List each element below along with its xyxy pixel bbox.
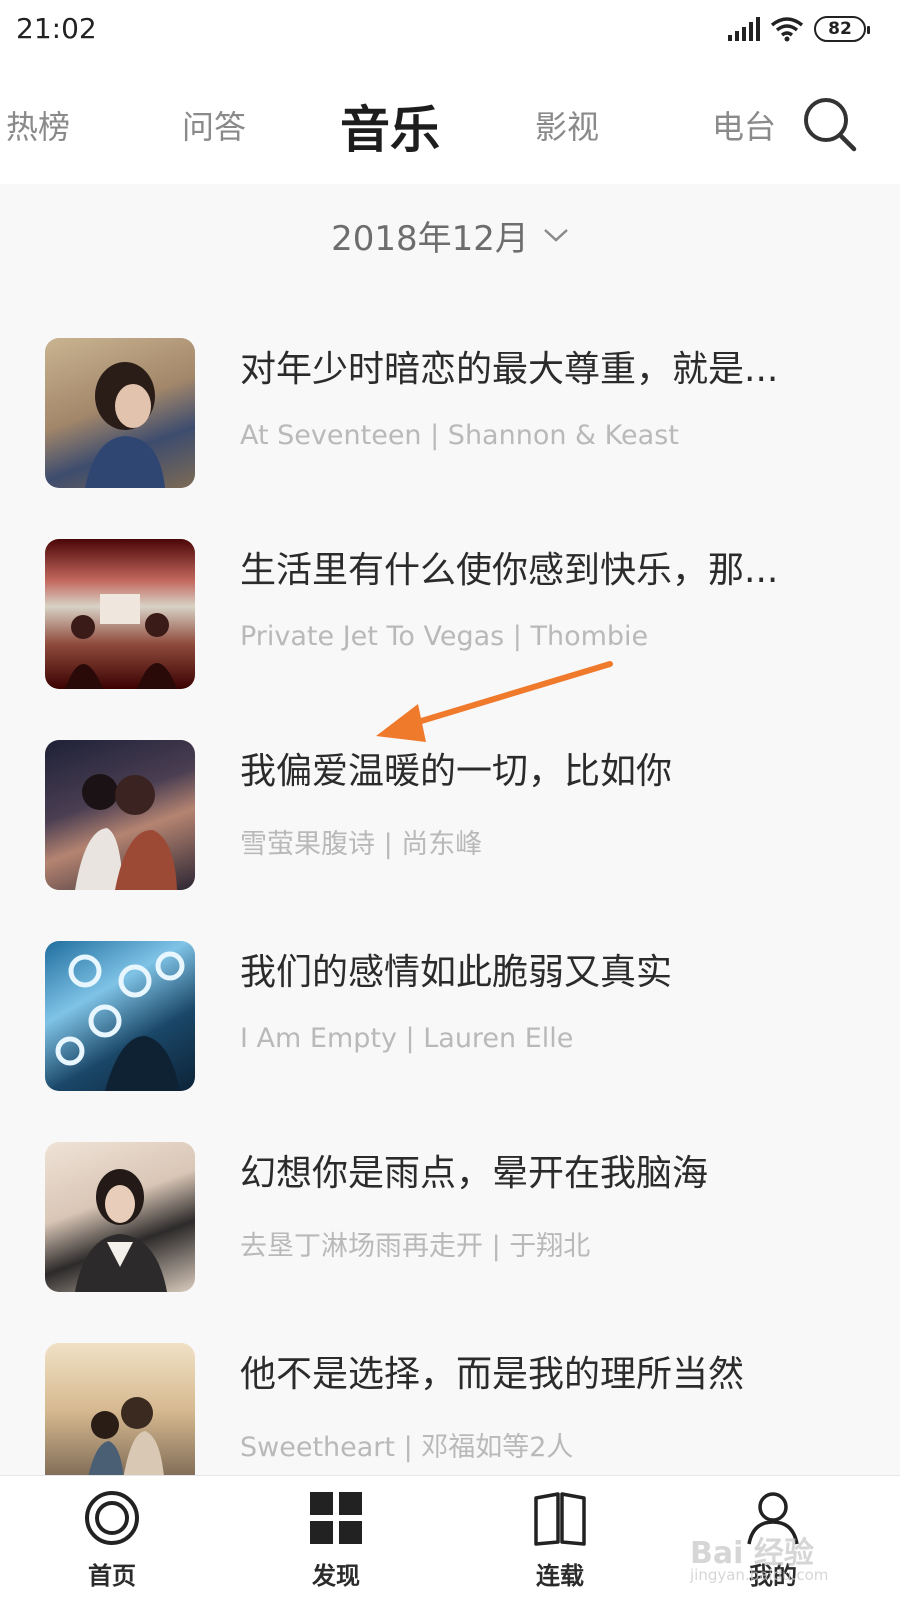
song-subtitle: 去垦丁淋场雨再走开 | 于翔北 bbox=[240, 1231, 591, 1262]
album-cover bbox=[45, 941, 195, 1091]
song-item[interactable]: 他不是选择，而是我的理所当然 Sweetheart | 邓福如等2人 bbox=[0, 1335, 900, 1475]
album-cover bbox=[45, 1343, 195, 1475]
nav-home-label: 首页 bbox=[88, 1562, 136, 1590]
battery-indicator: 82 bbox=[814, 16, 870, 42]
song-title: 幻想你是雨点，晕开在我脑海 bbox=[240, 1153, 709, 1194]
song-subtitle: Private Jet To Vegas | Thombie bbox=[240, 621, 649, 652]
tab-hot-list[interactable]: 热榜 bbox=[6, 102, 70, 148]
tab-qa[interactable]: 问答 bbox=[182, 102, 246, 148]
song-item[interactable]: 我们的感情如此脆弱又真实 I Am Empty | Lauren Elle bbox=[0, 933, 900, 1138]
song-subtitle: 雪萤果腹诗 | 尚东峰 bbox=[240, 829, 483, 860]
album-cover bbox=[45, 740, 195, 890]
song-item[interactable]: 我偏爱温暖的一切，比如你 雪萤果腹诗 | 尚东峰 bbox=[0, 732, 900, 937]
home-icon bbox=[85, 1491, 139, 1545]
status-bar: 21:02 82 bbox=[0, 0, 900, 62]
song-item[interactable]: 幻想你是雨点，晕开在我脑海 去垦丁淋场雨再走开 | 于翔北 bbox=[0, 1134, 900, 1339]
status-time: 21:02 bbox=[16, 12, 97, 45]
nav-serial-label: 连载 bbox=[536, 1562, 584, 1590]
album-cover bbox=[45, 539, 195, 689]
song-subtitle: At Seventeen | Shannon & Keast bbox=[240, 420, 679, 451]
nav-serial[interactable]: 连载 bbox=[505, 1490, 615, 1595]
baidu-watermark-url: jingyan.baidu.com bbox=[690, 1566, 829, 1584]
grid-icon bbox=[310, 1492, 362, 1544]
month-selector[interactable]: 2018年12月 bbox=[0, 200, 900, 270]
song-title: 我们的感情如此脆弱又真实 bbox=[240, 952, 673, 993]
status-icons: 82 bbox=[726, 16, 870, 42]
tab-radio[interactable]: 电台 bbox=[712, 102, 776, 148]
tab-film[interactable]: 影视 bbox=[535, 102, 599, 148]
wifi-icon bbox=[770, 17, 804, 42]
song-title: 对年少时暗恋的最大尊重，就是... bbox=[240, 349, 779, 390]
book-icon bbox=[534, 1492, 586, 1546]
song-item[interactable]: 对年少时暗恋的最大尊重，就是... At Seventeen | Shannon… bbox=[0, 330, 900, 535]
nav-discover-label: 发现 bbox=[312, 1562, 360, 1590]
song-title: 生活里有什么使你感到快乐，那... bbox=[240, 550, 779, 591]
category-tab-bar: 热榜 问答 音乐 影视 电台 bbox=[0, 62, 900, 184]
music-screen: 21:02 82 热榜 问答 音乐 影视 电台 2018年12月 对年少时暗恋的… bbox=[0, 0, 900, 1600]
tab-music[interactable]: 音乐 bbox=[340, 90, 440, 162]
song-title: 我偏爱温暖的一切，比如你 bbox=[240, 751, 673, 792]
signal-icon bbox=[728, 17, 760, 41]
chevron-down-icon bbox=[544, 229, 568, 242]
album-cover bbox=[45, 338, 195, 488]
song-item[interactable]: 生活里有什么使你感到快乐，那... Private Jet To Vegas |… bbox=[0, 531, 900, 736]
song-subtitle: Sweetheart | 邓福如等2人 bbox=[240, 1432, 574, 1463]
search-icon[interactable] bbox=[800, 94, 860, 154]
song-list: 对年少时暗恋的最大尊重，就是... At Seventeen | Shannon… bbox=[0, 330, 900, 1475]
song-title: 他不是选择，而是我的理所当然 bbox=[240, 1354, 745, 1395]
song-subtitle: I Am Empty | Lauren Elle bbox=[240, 1023, 574, 1054]
nav-discover[interactable]: 发现 bbox=[281, 1490, 391, 1595]
nav-home[interactable]: 首页 bbox=[57, 1490, 167, 1595]
album-cover bbox=[45, 1142, 195, 1292]
month-label: 2018年12月 bbox=[331, 218, 529, 259]
